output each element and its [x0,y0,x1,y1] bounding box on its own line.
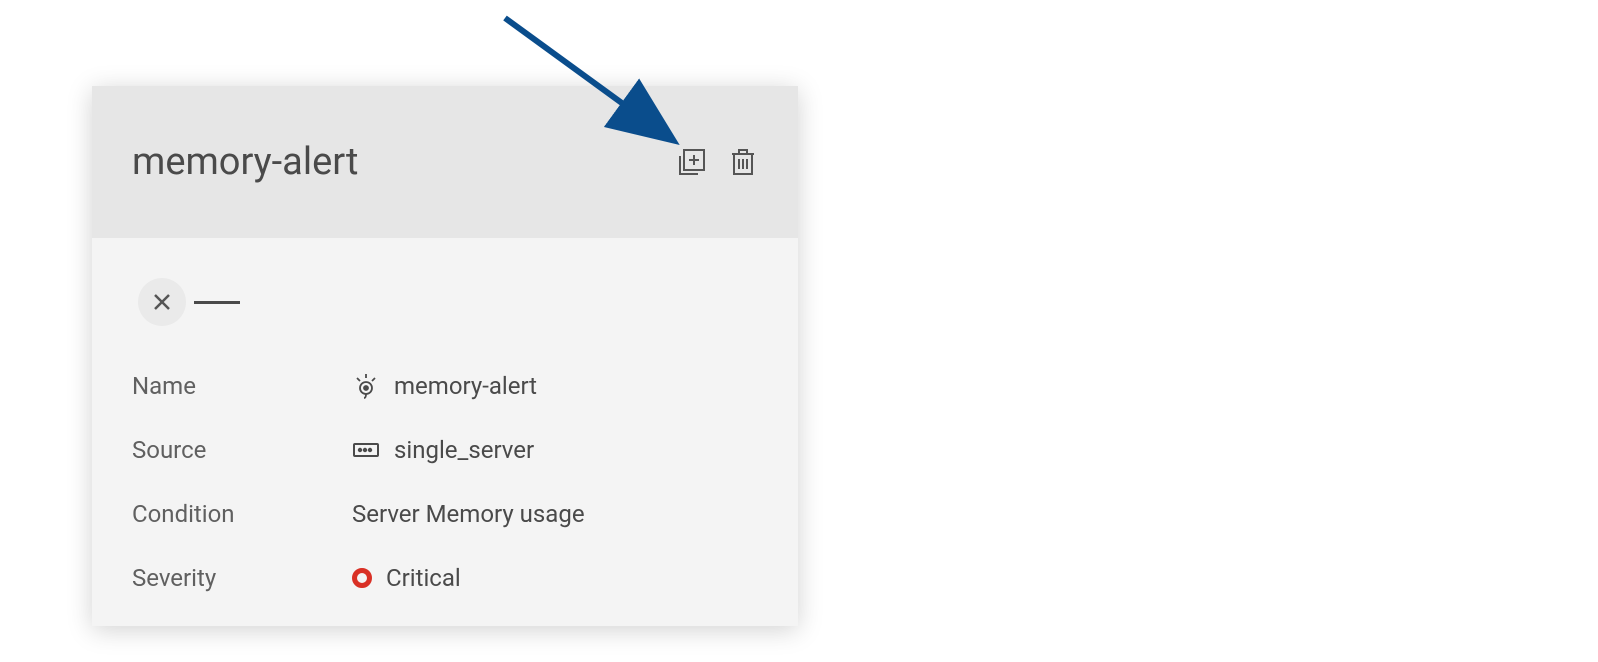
condition-label: Condition [132,500,352,528]
severity-label: Severity [132,564,352,592]
source-label: Source [132,436,352,464]
detail-row-source: Source single_server [132,418,758,482]
severity-value-container: Critical [352,564,461,592]
name-value: memory-alert [394,372,537,400]
card-body: Name memory-alert Source [92,238,798,630]
source-value-container: single_server [352,436,534,464]
card-header: memory-alert [92,86,798,238]
header-actions [676,146,758,178]
close-icon [152,292,172,312]
severity-value: Critical [386,564,461,592]
close-icon-circle [138,278,186,326]
toggle-line [194,301,240,304]
detail-row-condition: Condition Server Memory usage [132,482,758,546]
trash-icon [728,146,758,178]
alert-icon [352,372,380,400]
name-value-container: memory-alert [352,372,537,400]
severity-critical-icon [352,568,372,588]
condition-value-container: Server Memory usage [352,500,585,528]
source-value: single_server [394,436,534,464]
server-icon [352,440,380,460]
duplicate-icon [676,146,708,178]
detail-row-severity: Severity Critical [132,546,758,610]
detail-row-name: Name memory-alert [132,354,758,418]
card-title: memory-alert [132,140,358,184]
alert-card: memory-alert [92,86,798,626]
duplicate-button[interactable] [676,146,708,178]
condition-value: Server Memory usage [352,500,585,528]
toggle-control[interactable] [138,278,758,326]
name-label: Name [132,372,352,400]
delete-button[interactable] [728,146,758,178]
